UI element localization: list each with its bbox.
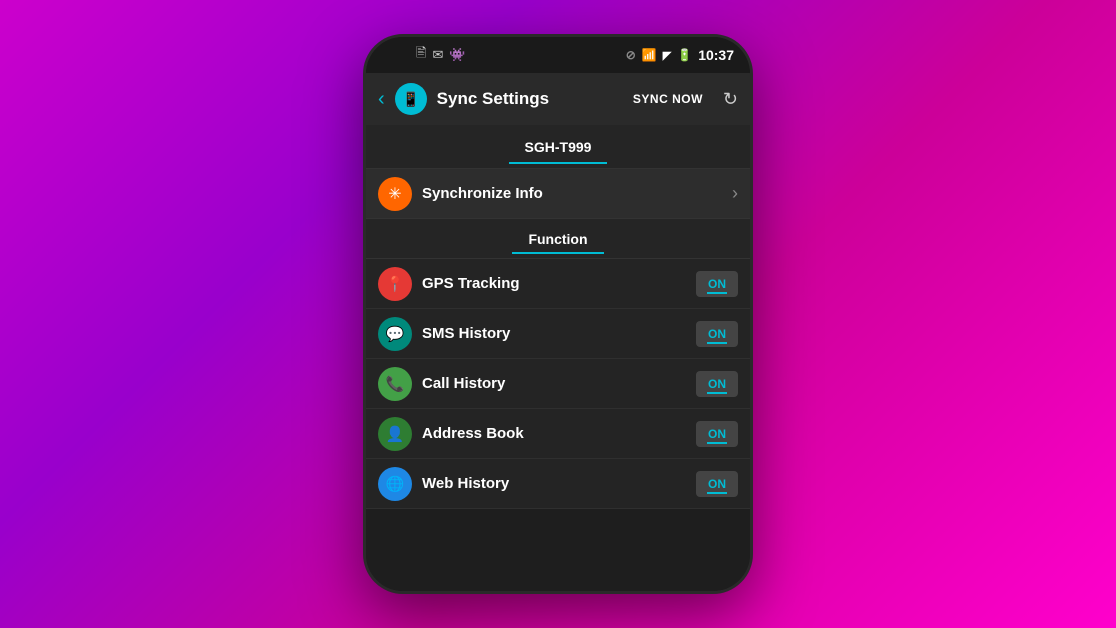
page-title: Sync Settings xyxy=(437,89,623,109)
sms-icon: 💬 xyxy=(378,317,412,351)
chat-icon: 💬 xyxy=(386,325,405,343)
sms-toggle[interactable]: ON xyxy=(696,321,738,347)
sync-info-label: Synchronize Info xyxy=(422,185,722,202)
chevron-right-icon: › xyxy=(732,183,738,204)
features-list: 📍 GPS Tracking ON 💬 SMS History ON 📞 Cal… xyxy=(366,259,750,509)
web-icon: 🌐 xyxy=(378,467,412,501)
notification-icon-2: ✉ xyxy=(432,47,443,63)
function-tab[interactable]: Function xyxy=(512,225,603,253)
call-label: Call History xyxy=(422,375,686,392)
notification-icon-1: 🖹 xyxy=(416,44,426,66)
web-label: Web History xyxy=(422,475,686,492)
refresh-button[interactable]: ↻ xyxy=(723,89,738,110)
gps-tracking-row[interactable]: 📍 GPS Tracking ON xyxy=(366,259,750,309)
synchronize-info-row[interactable]: ✳ Synchronize Info › xyxy=(366,169,750,219)
contact-icon: 👤 xyxy=(386,425,405,443)
status-bar: 🖹 ✉ 👾 ⊘ 📶 ◤ 🔋 10:37 xyxy=(366,37,750,73)
back-button[interactable]: ‹ xyxy=(378,88,385,111)
sms-label: SMS History xyxy=(422,325,686,342)
call-icon: 📞 xyxy=(378,367,412,401)
asterisk-icon: ✳ xyxy=(388,184,401,204)
network-icon: ◤ xyxy=(663,49,671,62)
header-icon: 📱 xyxy=(395,83,427,115)
address-label: Address Book xyxy=(422,425,686,442)
pin-icon: 📍 xyxy=(386,275,405,293)
battery-icon: 🔋 xyxy=(677,48,692,62)
address-icon: 👤 xyxy=(378,417,412,451)
signal-off-icon: ⊘ xyxy=(626,48,636,62)
phone-call-icon: 📞 xyxy=(386,375,405,393)
call-toggle[interactable]: ON xyxy=(696,371,738,397)
device-tab-label: SGH-T999 xyxy=(525,139,592,155)
app-screen: ‹ 📱 Sync Settings SYNC NOW ↻ SGH-T999 ✳ … xyxy=(366,73,750,591)
device-tab-bar: SGH-T999 xyxy=(366,125,750,169)
gps-label: GPS Tracking xyxy=(422,275,686,292)
clock: 10:37 xyxy=(698,47,734,63)
phone-icon: 📱 xyxy=(402,91,419,108)
function-tab-label: Function xyxy=(528,231,587,247)
wifi-icon: 📶 xyxy=(642,48,657,62)
globe-icon: 🌐 xyxy=(386,475,405,493)
device-tab[interactable]: SGH-T999 xyxy=(509,131,608,163)
web-history-row[interactable]: 🌐 Web History ON xyxy=(366,459,750,509)
gps-icon: 📍 xyxy=(378,267,412,301)
sync-info-icon: ✳ xyxy=(378,177,412,211)
address-book-row[interactable]: 👤 Address Book ON xyxy=(366,409,750,459)
status-bar-right: ⊘ 📶 ◤ 🔋 10:37 xyxy=(626,47,734,63)
call-history-row[interactable]: 📞 Call History ON xyxy=(366,359,750,409)
header-bar: ‹ 📱 Sync Settings SYNC NOW ↻ xyxy=(366,73,750,125)
web-toggle[interactable]: ON xyxy=(696,471,738,497)
status-bar-left: 🖹 ✉ 👾 xyxy=(416,44,466,66)
gps-toggle[interactable]: ON xyxy=(696,271,738,297)
phone-frame: 🖹 ✉ 👾 ⊘ 📶 ◤ 🔋 10:37 ‹ 📱 Sync Settings SY… xyxy=(363,34,753,594)
sms-history-row[interactable]: 💬 SMS History ON xyxy=(366,309,750,359)
sync-now-button[interactable]: SYNC NOW xyxy=(633,92,703,106)
notification-icon-3: 👾 xyxy=(449,47,465,63)
function-tab-bar: Function xyxy=(366,219,750,259)
address-toggle[interactable]: ON xyxy=(696,421,738,447)
